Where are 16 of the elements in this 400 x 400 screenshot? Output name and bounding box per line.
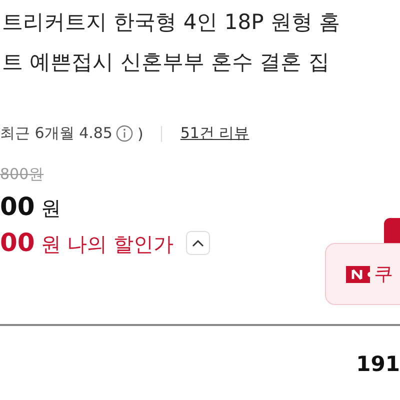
sale-price: 00 bbox=[0, 192, 35, 221]
product-title: 트 예쁜접시 신혼부부 혼수 결혼 집 bbox=[1, 49, 330, 76]
n-logo-icon bbox=[346, 266, 370, 282]
caret-icon bbox=[192, 239, 204, 247]
rating-bracket: ) bbox=[137, 124, 144, 142]
original-price: 800원 bbox=[0, 165, 45, 184]
currency-unit: 원 bbox=[40, 195, 61, 222]
product-title: 트리커트지 한국형 4인 18P 원형 홈 bbox=[1, 9, 342, 36]
rating-text: 최근 6개월 4.85 bbox=[0, 124, 112, 143]
info-icon[interactable] bbox=[116, 125, 134, 142]
collapse-button[interactable] bbox=[186, 231, 210, 255]
quantity-value: 191 bbox=[356, 352, 400, 376]
reviews-link[interactable]: 51건 리뷰 bbox=[180, 124, 250, 143]
coupon-button[interactable]: 쿠 bbox=[325, 243, 400, 305]
my-price: 00 bbox=[0, 228, 35, 257]
my-price-label: 원 나의 할인가 bbox=[40, 231, 174, 258]
